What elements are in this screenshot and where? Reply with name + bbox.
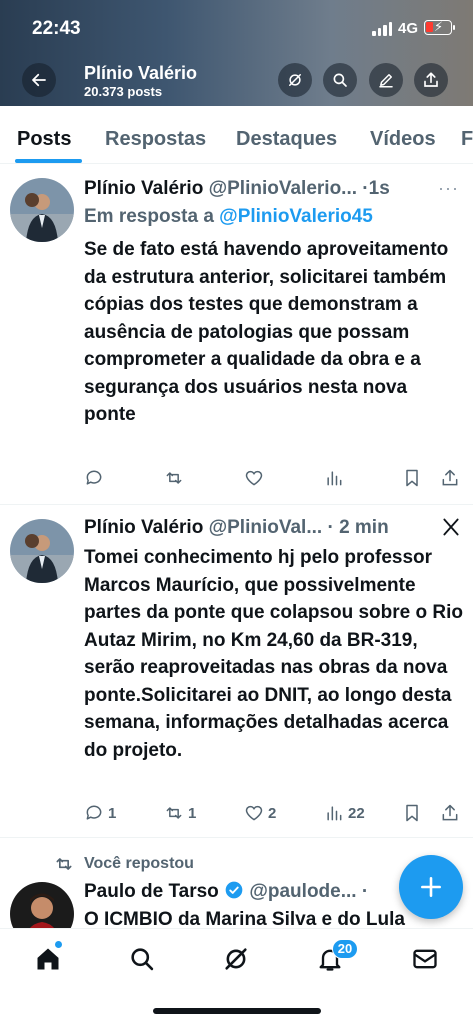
share-icon xyxy=(442,804,458,821)
grok-icon xyxy=(225,948,247,970)
share-post-button[interactable] xyxy=(440,803,460,823)
post-text: Se de fato está havendo aproveitamento d… xyxy=(84,239,449,425)
tab-videos[interactable]: Vídeos xyxy=(370,128,436,151)
bookmark-icon xyxy=(406,469,418,487)
reply-icon xyxy=(86,805,102,820)
like-button[interactable]: 2 xyxy=(244,803,276,823)
network-type: 4G xyxy=(398,20,419,37)
repost-icon xyxy=(54,854,74,879)
reply-context: Em resposta a @PlinioValerio45 xyxy=(84,206,373,228)
avatar[interactable] xyxy=(10,178,74,242)
bookmark-icon xyxy=(406,804,418,822)
nav-messages[interactable] xyxy=(411,945,441,975)
plus-icon xyxy=(421,877,441,897)
active-tab-indicator xyxy=(15,159,82,163)
repost-icon xyxy=(166,472,182,484)
like-button[interactable] xyxy=(244,468,264,488)
notifications-badge: 20 xyxy=(332,939,358,959)
repost-label: Você repostou xyxy=(84,855,194,872)
grok-button[interactable] xyxy=(278,63,312,97)
post[interactable]: Plínio Valério @PlinioValerio... ·1s ···… xyxy=(0,164,473,505)
search-button[interactable] xyxy=(323,63,357,97)
nav-grok[interactable] xyxy=(222,945,252,975)
back-arrow-icon xyxy=(32,73,46,87)
edit-button[interactable] xyxy=(369,63,403,97)
post-actions: 1 1 2 22 xyxy=(84,803,464,827)
tab-more[interactable]: F xyxy=(461,128,473,151)
post-text: Tomei conhecimento hj pelo professor Mar… xyxy=(84,547,463,761)
repost-button[interactable] xyxy=(164,468,184,488)
views-icon xyxy=(327,806,342,821)
reply-icon xyxy=(86,470,102,485)
repost-count: 1 xyxy=(188,804,197,822)
share-icon xyxy=(424,72,438,87)
author-handle: @PlinioVal... · xyxy=(208,517,334,538)
post-author: Paulo de Tarso @paulode... · xyxy=(84,880,389,906)
avatar-image xyxy=(10,519,74,583)
author-handle: @paulode... · xyxy=(249,881,369,902)
author-name: Plínio Valério xyxy=(84,178,204,199)
avatar-image xyxy=(10,178,74,242)
grok-icon xyxy=(289,74,301,86)
views-button[interactable]: 22 xyxy=(324,803,365,823)
post-author: Plínio Valério @PlinioValerio... ·1s xyxy=(84,178,390,200)
author-name: Plínio Valério xyxy=(84,517,204,538)
share-icon xyxy=(442,469,458,486)
post-actions xyxy=(84,468,464,492)
more-options-icon[interactable]: ··· xyxy=(438,178,459,199)
back-button[interactable] xyxy=(22,63,56,97)
post[interactable]: Plínio Valério @PlinioVal... · 2 min Tom… xyxy=(0,505,473,838)
bookmark-button[interactable] xyxy=(402,468,422,488)
status-bar: 22:43 4G ⚡ xyxy=(0,14,473,42)
signal-icon xyxy=(372,22,392,36)
repost-button[interactable]: 1 xyxy=(164,803,196,823)
profile-tabs: Posts Respostas Destaques Vídeos F xyxy=(0,106,473,164)
like-count: 2 xyxy=(268,804,277,822)
avatar[interactable] xyxy=(10,519,74,583)
post-count: 20.373 posts xyxy=(84,84,163,99)
nav-search[interactable] xyxy=(128,945,158,975)
search-icon xyxy=(131,948,154,971)
reply-button[interactable] xyxy=(84,468,104,488)
tab-destaques[interactable]: Destaques xyxy=(236,128,337,151)
profile-header: 22:43 4G ⚡ Plínio Valério 20.373 posts xyxy=(0,0,473,106)
share-post-button[interactable] xyxy=(440,468,460,488)
reply-handle-link[interactable]: @PlinioValerio45 xyxy=(219,206,373,227)
post-time: 1s xyxy=(368,178,390,199)
battery-icon: ⚡ xyxy=(424,19,455,35)
bookmark-button[interactable] xyxy=(402,803,422,823)
post-author: Plínio Valério @PlinioVal... · 2 min xyxy=(84,517,389,539)
reply-prefix: Em resposta a xyxy=(84,206,220,227)
pencil-icon xyxy=(379,74,393,88)
status-time: 22:43 xyxy=(32,18,81,39)
home-indicator xyxy=(153,1008,321,1014)
search-icon xyxy=(333,73,347,87)
heart-icon xyxy=(245,805,263,821)
post-time: 2 min xyxy=(339,517,389,538)
repost-icon xyxy=(166,807,182,819)
mail-icon xyxy=(413,949,437,969)
home-new-indicator xyxy=(55,941,62,948)
home-icon xyxy=(37,948,59,970)
share-button[interactable] xyxy=(414,63,448,97)
view-count: 22 xyxy=(348,804,365,822)
tab-posts[interactable]: Posts xyxy=(17,128,71,151)
x-logo-icon xyxy=(441,517,461,542)
tab-respostas[interactable]: Respostas xyxy=(105,128,206,151)
views-button[interactable] xyxy=(324,468,344,488)
reply-count: 1 xyxy=(108,804,117,822)
author-handle: @PlinioValerio... · xyxy=(208,178,369,199)
views-icon xyxy=(327,471,342,486)
verified-badge-icon xyxy=(224,880,244,906)
heart-icon xyxy=(245,470,263,486)
profile-name: Plínio Valério xyxy=(84,63,198,83)
compose-button[interactable] xyxy=(399,855,463,919)
reply-button[interactable]: 1 xyxy=(84,803,116,823)
author-name: Paulo de Tarso xyxy=(84,881,219,902)
nav-home[interactable] xyxy=(34,945,64,975)
